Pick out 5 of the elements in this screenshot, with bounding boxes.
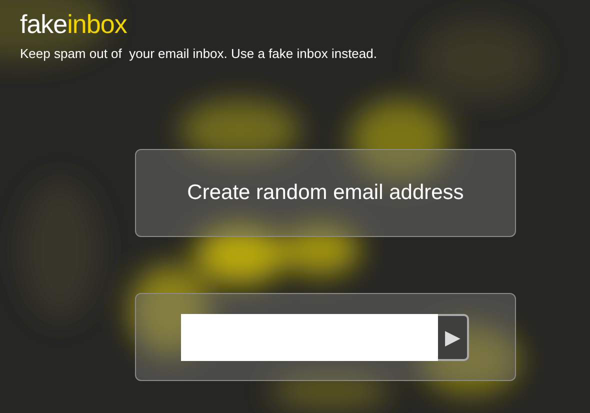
tagline: Keep spam out of your email inbox. Use a fake inbox instead. (20, 46, 377, 61)
email-input-field[interactable] (181, 314, 438, 360)
create-address-button[interactable]: Create random email address (135, 149, 516, 237)
submit-button[interactable]: ▶ (438, 314, 469, 360)
logo-text: fakeinbox (20, 10, 127, 38)
